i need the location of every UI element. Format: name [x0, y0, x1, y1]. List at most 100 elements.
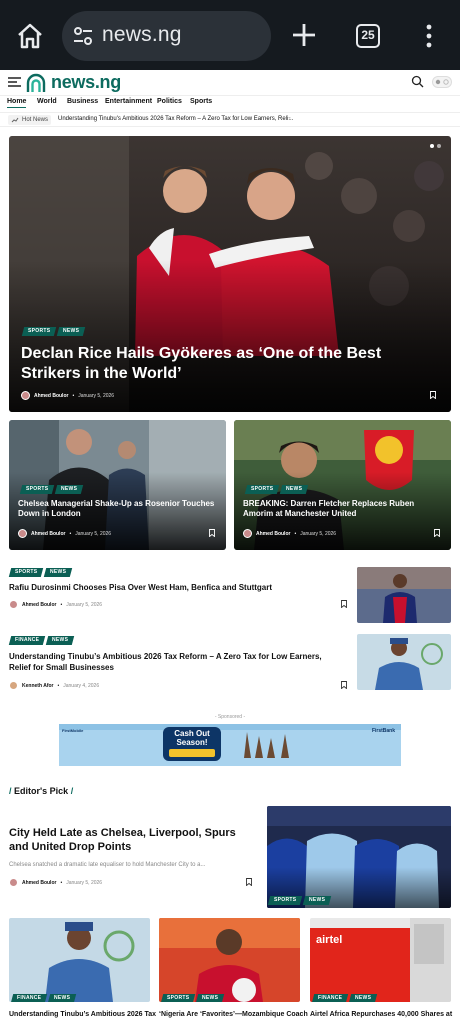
article-image	[357, 634, 451, 690]
nav-item-politics[interactable]: Politics	[157, 98, 182, 105]
hero-article[interactable]: SPORTS NEWS Declan Rice Hails Gyökeres a…	[9, 136, 451, 412]
category-tag[interactable]: SPORTS	[21, 327, 57, 336]
nav-item-entertainment[interactable]: Entertainment	[105, 98, 152, 105]
section-heading: / Editor's Pick /	[9, 786, 74, 796]
site-settings-icon[interactable]	[72, 25, 94, 47]
ad-brand-airtel: airtel	[316, 934, 343, 946]
card-tags: SPORTS NEWS	[244, 485, 309, 494]
category-tag[interactable]: SPORTS	[244, 485, 280, 494]
featured-excerpt: Chelsea snatched a dramatic late equalis…	[9, 862, 206, 868]
site-header: news.ng	[0, 70, 460, 96]
list-tags: FINANCE NEWS	[8, 636, 75, 645]
post-date: January 5, 2026	[300, 530, 337, 537]
author-name[interactable]: Ahmed Boulor	[31, 531, 65, 537]
avatar	[9, 878, 18, 887]
grid-card[interactable]: FINANCE NEWS	[9, 918, 150, 1002]
menu-icon[interactable]	[8, 77, 21, 87]
home-icon[interactable]	[14, 20, 46, 52]
grid-card-title[interactable]: ‘Nigeria Are ‘Favorites’—Mozambique Coac…	[159, 1011, 308, 1018]
category-tag[interactable]: NEWS	[46, 636, 75, 645]
tab-switcher-button[interactable]: 25	[356, 24, 380, 48]
address-bar[interactable]: news.ng	[62, 11, 271, 61]
category-tag[interactable]: NEWS	[48, 994, 77, 1002]
avatar	[9, 681, 18, 690]
featured-thumbnail[interactable]: SPORTS NEWS	[267, 806, 451, 908]
browser-toolbar: news.ng 25	[0, 0, 460, 70]
more-menu-icon[interactable]	[424, 24, 434, 48]
post-date: January 4, 2026	[63, 682, 100, 689]
category-tag[interactable]: FINANCE	[10, 994, 48, 1002]
category-tag[interactable]: FINANCE	[8, 636, 46, 645]
category-tag[interactable]: NEWS	[55, 485, 84, 494]
category-tag[interactable]: NEWS	[349, 994, 378, 1002]
grid-card-tags: FINANCE NEWS	[311, 994, 378, 1002]
grid-card[interactable]: SPORTS NEWS	[159, 918, 300, 1002]
bookmark-icon[interactable]	[209, 529, 215, 537]
list-item-meta: Ahmed Boulor • January 5, 2026	[9, 600, 102, 609]
category-tag[interactable]: SPORTS	[19, 485, 55, 494]
site-logo[interactable]: news.ng	[51, 72, 121, 93]
author-name[interactable]: Ahmed Boulor	[34, 393, 68, 399]
author-name[interactable]: Ahmed Boulor	[256, 531, 290, 537]
nav-item-sports[interactable]: Sports	[190, 98, 212, 105]
list-item-thumbnail[interactable]	[357, 634, 451, 690]
category-tag[interactable]: NEWS	[280, 485, 309, 494]
logo-icon[interactable]	[25, 73, 47, 93]
bookmark-icon[interactable]	[430, 391, 436, 399]
card-meta: Ahmed Boulor • January 5, 2026	[18, 529, 111, 538]
post-date: January 5, 2026	[66, 601, 103, 608]
category-tag[interactable]: SPORTS	[267, 896, 303, 905]
list-item-title[interactable]: Understanding Tinubu’s Ambitious 2026 Ta…	[9, 652, 344, 674]
author-name[interactable]: Kenneth Afor	[22, 683, 53, 689]
hero-title[interactable]: Declan Rice Hails Gyökeres as ‘One of th…	[21, 344, 431, 384]
theme-toggle-icon[interactable]	[432, 76, 452, 88]
list-item-thumbnail[interactable]	[357, 567, 451, 623]
author-name[interactable]: Ahmed Boulor	[22, 880, 56, 886]
category-tag[interactable]: NEWS	[44, 568, 73, 577]
search-icon[interactable]	[411, 75, 424, 88]
grid-card[interactable]: airtel FINANCE NEWS	[310, 918, 451, 1002]
category-tag[interactable]: SPORTS	[160, 994, 196, 1002]
article-card[interactable]: SPORTS NEWS BREAKING: Darren Fletcher Re…	[234, 420, 451, 550]
category-tag[interactable]: NEWS	[303, 896, 332, 905]
new-tab-icon[interactable]	[290, 21, 318, 49]
ad-headline: Cash Out Season!	[174, 729, 210, 747]
nav-item-home[interactable]: Home	[7, 98, 27, 108]
category-tag[interactable]: NEWS	[57, 327, 86, 336]
hot-news-badge: Hot News	[8, 115, 52, 125]
card-meta: Ahmed Boulor • January 5, 2026	[243, 529, 336, 538]
card-title[interactable]: Chelsea Managerial Shake-Up as Rosenior …	[18, 499, 218, 519]
avatar	[243, 529, 252, 538]
ticker-next-icon[interactable]: →	[285, 114, 292, 121]
bookmark-icon[interactable]	[434, 529, 440, 537]
grid-card-tags: FINANCE NEWS	[10, 994, 77, 1002]
bookmark-icon[interactable]	[341, 600, 347, 608]
grid-card-title[interactable]: Understanding Tinubu’s Ambitious 2026 Ta…	[9, 1011, 156, 1018]
nav-item-world[interactable]: World	[37, 98, 57, 105]
category-tag[interactable]: SPORTS	[8, 568, 44, 577]
avatar	[18, 529, 27, 538]
ticker-headline[interactable]: Understanding Tinubu's Ambitious 2026 Ta…	[58, 116, 293, 122]
category-tag[interactable]: NEWS	[196, 994, 225, 1002]
article-image	[9, 918, 150, 1002]
carousel-indicator[interactable]	[430, 144, 441, 148]
ad-brand: FirstBank	[371, 728, 395, 734]
author-name[interactable]: Ahmed Boulor	[22, 602, 56, 608]
main-nav: Home World Business Entertainment Politi…	[0, 97, 460, 111]
bookmark-icon[interactable]	[341, 681, 347, 689]
trending-icon	[11, 117, 19, 123]
featured-meta: Ahmed Boulor • January 5, 2026	[9, 878, 102, 887]
sponsored-banner[interactable]: FirstMobile Cash Out Season! FirstBank	[59, 724, 401, 766]
category-tag[interactable]: FINANCE	[311, 994, 349, 1002]
hot-news-label: Hot News	[22, 117, 49, 123]
featured-title[interactable]: City Held Late as Chelsea, Liverpool, Sp…	[9, 826, 249, 855]
card-tags: SPORTS NEWS	[19, 485, 84, 494]
bookmark-icon[interactable]	[246, 878, 252, 886]
card-title[interactable]: BREAKING: Darren Fletcher Replaces Ruben…	[243, 499, 443, 519]
nav-item-business[interactable]: Business	[67, 98, 98, 105]
article-card[interactable]: SPORTS NEWS Chelsea Managerial Shake-Up …	[9, 420, 226, 550]
featured-tags: SPORTS NEWS	[267, 896, 332, 905]
list-item-title[interactable]: Rafiu Durosinmi Chooses Pisa Over West H…	[9, 583, 339, 594]
grid-card-title[interactable]: Airtel Africa Repurchases 40,000 Shares …	[310, 1011, 452, 1018]
hot-news-ticker: Hot News Understanding Tinubu's Ambitiou…	[0, 112, 460, 127]
